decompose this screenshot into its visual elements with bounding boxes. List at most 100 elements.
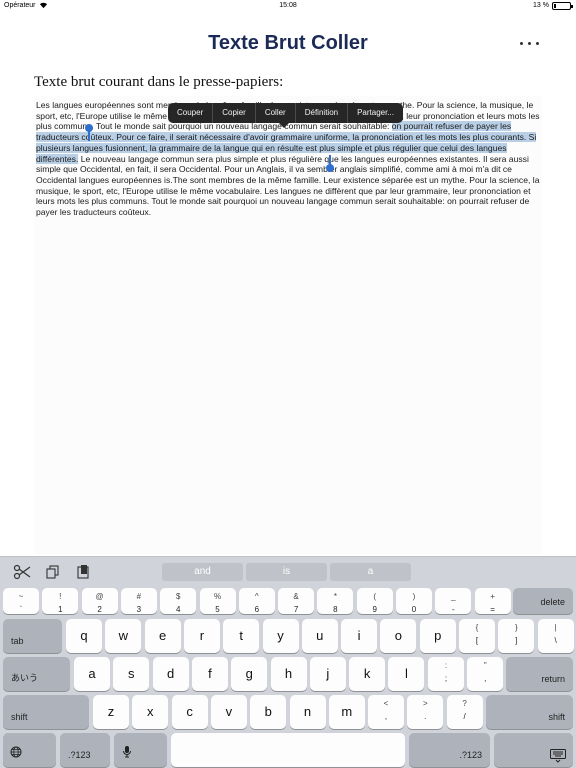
key-letter: b <box>264 704 272 719</box>
key-d[interactable]: d <box>152 657 189 691</box>
key-s[interactable]: s <box>113 657 150 691</box>
key-shift-symbol: $ <box>175 592 181 601</box>
key-z[interactable]: z <box>93 695 129 729</box>
key-2[interactable]: @2 <box>81 588 118 614</box>
key-0[interactable]: ) 0 <box>396 588 432 614</box>
key--[interactable]: _ - <box>435 588 472 614</box>
key-5[interactable]: % 5 <box>199 588 236 614</box>
key-sym3-1[interactable]: ", <box>467 657 504 691</box>
key-sym-0[interactable]: {[ <box>459 619 495 653</box>
key-e[interactable]: e <box>144 619 181 653</box>
key-j[interactable]: j <box>309 657 346 691</box>
key-letter: t <box>239 628 243 643</box>
selection-end-handle[interactable] <box>326 155 334 172</box>
key-shift-symbol: { <box>475 623 479 632</box>
key-shift-symbol: _ <box>451 592 456 601</box>
space-key[interactable] <box>171 733 405 767</box>
key-symbol: \ <box>554 636 557 645</box>
key-n[interactable]: n <box>289 695 326 729</box>
key-x[interactable]: x <box>132 695 169 729</box>
battery-percentage: 13 % <box>533 2 549 9</box>
key-o[interactable]: o <box>380 619 417 653</box>
key-h[interactable]: h <box>270 657 307 691</box>
paste-menu-item[interactable]: Coller <box>256 103 296 123</box>
key-g[interactable]: g <box>231 657 268 691</box>
return-key[interactable]: return <box>506 657 573 691</box>
key-sym4-2[interactable]: ? / <box>446 695 483 729</box>
key-symbol: , <box>484 674 487 683</box>
delete-key[interactable]: delete <box>513 588 573 614</box>
key-i[interactable]: i <box>341 619 378 653</box>
hide-keyboard-key[interactable] <box>494 733 573 767</box>
clipboard-text-view[interactable]: Les langues européennes sont membres de … <box>34 96 542 554</box>
key-q[interactable]: q <box>66 619 102 653</box>
key-k[interactable]: k <box>349 657 386 691</box>
key-f[interactable]: f <box>191 657 228 691</box>
key-a[interactable]: a <box>74 657 110 691</box>
ellipsis-icon[interactable] <box>520 42 540 48</box>
key-r[interactable]: r <box>183 619 220 653</box>
key-shift-symbol: } <box>514 623 518 632</box>
language-key[interactable]: あいう <box>3 657 70 691</box>
dictation-key[interactable] <box>114 733 167 767</box>
paste-icon[interactable] <box>74 564 92 580</box>
scissors-icon[interactable] <box>13 564 31 580</box>
key-shift-symbol: > <box>422 699 428 708</box>
key-letter: v <box>225 704 233 719</box>
copy-menu-item[interactable]: Copier <box>213 103 256 123</box>
key-1[interactable]: ! 1 <box>42 588 79 614</box>
key-l[interactable]: l <box>388 657 425 691</box>
battery-icon <box>552 2 573 10</box>
key-p[interactable]: p <box>419 619 456 653</box>
key-9[interactable]: (9 <box>356 588 393 614</box>
key-b[interactable]: b <box>250 695 287 729</box>
numbers-key-right[interactable]: .?123 <box>409 733 490 767</box>
selection-start-handle[interactable] <box>85 124 93 141</box>
key-letter: u <box>316 628 324 643</box>
key-shift-symbol: ! <box>59 592 62 601</box>
key-letter: w <box>118 628 128 643</box>
key-w[interactable]: w <box>105 619 142 653</box>
shift-key-left[interactable]: shift <box>3 695 89 729</box>
key-u[interactable]: u <box>301 619 338 653</box>
key-sym-1[interactable]: }] <box>498 619 535 653</box>
key-m[interactable]: m <box>328 695 365 729</box>
key-sym4-0[interactable]: <, <box>368 695 404 729</box>
key-y[interactable]: y <box>262 619 299 653</box>
shift-key-right[interactable]: shift <box>486 695 573 729</box>
key-sym4-1[interactable]: >. <box>407 695 444 729</box>
numbers-key-left[interactable]: .?123 <box>60 733 110 767</box>
key-7[interactable]: & 7 <box>278 588 315 614</box>
key-c[interactable]: c <box>171 695 208 729</box>
status-bar: Opérateur 15:08 13 % <box>0 0 576 12</box>
key-6[interactable]: ^ 6 <box>238 588 275 614</box>
key-shift-symbol: ? <box>462 699 467 708</box>
key-t[interactable]: t <box>223 619 260 653</box>
define-menu-item[interactable]: Définition <box>296 103 349 123</box>
share-menu-item[interactable]: Partager... <box>348 103 403 123</box>
globe-key[interactable] <box>3 733 56 767</box>
key-shift-symbol: # <box>136 592 142 601</box>
key-3[interactable]: #3 <box>120 588 157 614</box>
key-sym3-0[interactable]: :; <box>428 657 464 691</box>
prediction-3[interactable]: a <box>330 563 411 581</box>
prediction-1[interactable]: and <box>162 563 243 581</box>
key-letter: h <box>284 666 293 681</box>
microphone-icon <box>123 746 131 758</box>
key-v[interactable]: v <box>210 695 247 729</box>
key-symbol: 5 <box>215 605 220 614</box>
navigation-bar: Texte Brut Coller <box>0 14 576 72</box>
key-`[interactable]: ~ ` <box>3 588 39 614</box>
key-symbol: [ <box>475 636 479 645</box>
tab-key[interactable]: tab <box>3 619 62 653</box>
key-=[interactable]: + = <box>474 588 511 614</box>
copy-icon[interactable] <box>44 564 62 580</box>
key-sym-2[interactable]: | \ <box>537 619 574 653</box>
key-4[interactable]: $4 <box>160 588 197 614</box>
key-shift-symbol: @ <box>95 592 104 601</box>
key-8[interactable]: * 8 <box>317 588 354 614</box>
key-letter: i <box>357 628 361 643</box>
prediction-2[interactable]: is <box>246 563 327 581</box>
cut-menu-item[interactable]: Couper <box>168 103 214 123</box>
key-letter: g <box>245 666 253 681</box>
